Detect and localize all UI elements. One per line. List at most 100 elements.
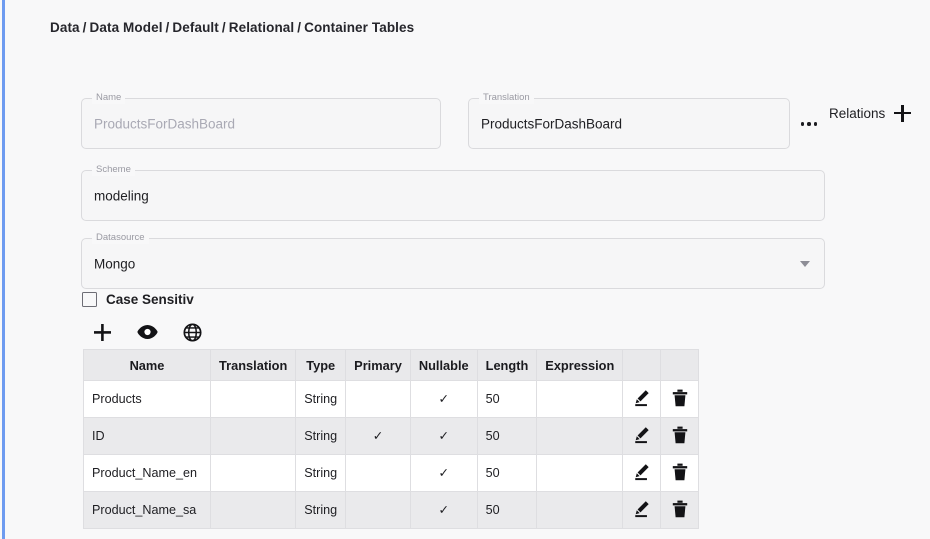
scheme-field-value: modeling (94, 188, 149, 203)
table-row[interactable]: Product_Name_en String ✓ 50 (84, 455, 699, 492)
edit-row-button[interactable] (633, 500, 651, 518)
add-column-button[interactable] (90, 320, 114, 344)
table-body: Products String ✓ 50 (84, 381, 699, 529)
case-sensitive-checkbox[interactable]: Case Sensitiv (82, 292, 194, 307)
delete-row-button[interactable] (672, 500, 688, 518)
table-row[interactable]: Products String ✓ 50 (84, 381, 699, 418)
pencil-icon (633, 426, 651, 444)
cell-edit[interactable] (623, 492, 661, 529)
datasource-select[interactable]: Datasource Mongo (81, 238, 825, 289)
relations-label: Relations (829, 106, 885, 121)
pencil-icon (633, 463, 651, 481)
cell-name: ID (84, 418, 211, 455)
breadcrumb-item-default[interactable]: Default (172, 20, 218, 35)
cell-delete[interactable] (661, 492, 699, 529)
cell-nullable: ✓ (410, 418, 477, 455)
breadcrumb-separator: / (219, 20, 229, 35)
breadcrumb-separator: / (80, 20, 90, 35)
column-header-expression[interactable]: Expression (537, 350, 623, 381)
cell-delete[interactable] (661, 418, 699, 455)
check-icon: ✓ (438, 467, 449, 480)
cell-translation (211, 455, 296, 492)
column-header-delete (661, 350, 699, 381)
pencil-icon (633, 500, 651, 518)
datasource-field-value: Mongo (94, 256, 135, 271)
translation-field[interactable]: Translation ProductsForDashBoard (468, 98, 790, 149)
column-header-type[interactable]: Type (296, 350, 346, 381)
column-header-primary[interactable]: Primary (346, 350, 411, 381)
check-icon: ✓ (438, 430, 449, 443)
cell-length: 50 (477, 381, 537, 418)
column-header-name[interactable]: Name (84, 350, 211, 381)
cell-translation (211, 418, 296, 455)
scheme-field-label: Scheme (92, 164, 135, 176)
translation-field-value: ProductsForDashBoard (481, 116, 622, 131)
cell-expression (537, 492, 623, 529)
column-header-translation[interactable]: Translation (211, 350, 296, 381)
chevron-down-icon (800, 261, 810, 267)
cell-name: Products (84, 381, 211, 418)
cell-expression (537, 418, 623, 455)
cell-type: String (296, 418, 346, 455)
translations-button[interactable] (180, 320, 204, 344)
cell-type: String (296, 381, 346, 418)
add-relation-button[interactable]: Relations (829, 105, 911, 122)
breadcrumb-separator: / (294, 20, 304, 35)
edit-row-button[interactable] (633, 389, 651, 407)
cell-translation (211, 492, 296, 529)
cell-translation (211, 381, 296, 418)
breadcrumb-item-data[interactable]: Data (50, 20, 80, 35)
cell-delete[interactable] (661, 381, 699, 418)
columns-table: Name Translation Type Primary Nullable L… (83, 349, 699, 529)
cell-edit[interactable] (623, 381, 661, 418)
check-icon: ✓ (373, 430, 384, 443)
delete-row-button[interactable] (672, 389, 688, 407)
table-row[interactable]: ID String ✓ ✓ 50 (84, 418, 699, 455)
checkbox-box-icon (82, 292, 97, 307)
trash-icon (672, 389, 688, 407)
table-header: Name Translation Type Primary Nullable L… (84, 350, 699, 381)
delete-row-button[interactable] (672, 426, 688, 444)
translation-field-label: Translation (479, 92, 534, 104)
dot (801, 122, 805, 126)
check-icon: ✓ (438, 504, 449, 517)
cell-primary (346, 381, 411, 418)
cell-edit[interactable] (623, 455, 661, 492)
trash-icon (672, 500, 688, 518)
breadcrumb-item-container-tables[interactable]: Container Tables (304, 20, 414, 35)
name-field: Name ProductsForDashBoard (81, 98, 441, 149)
cell-nullable: ✓ (410, 455, 477, 492)
breadcrumb-item-data-model[interactable]: Data Model (90, 20, 163, 35)
globe-icon (183, 323, 202, 342)
column-header-nullable[interactable]: Nullable (410, 350, 477, 381)
cell-expression (537, 381, 623, 418)
more-horizontal-icon[interactable] (796, 115, 822, 133)
pencil-icon (633, 389, 651, 407)
name-field-value: ProductsForDashBoard (94, 116, 235, 131)
case-sensitive-label: Case Sensitiv (106, 292, 194, 307)
edit-row-button[interactable] (633, 426, 651, 444)
plus-icon (93, 323, 112, 342)
page-root: Data/Data Model/Default/Relational/Conta… (5, 0, 930, 539)
cell-primary (346, 492, 411, 529)
dot (807, 122, 811, 126)
check-icon: ✓ (438, 393, 449, 406)
trash-icon (672, 463, 688, 481)
cell-name: Product_Name_sa (84, 492, 211, 529)
breadcrumb-item-relational[interactable]: Relational (229, 20, 295, 35)
edit-row-button[interactable] (633, 463, 651, 481)
preview-button[interactable] (135, 320, 159, 344)
cell-delete[interactable] (661, 455, 699, 492)
column-header-length[interactable]: Length (477, 350, 537, 381)
cell-edit[interactable] (623, 418, 661, 455)
plus-icon (894, 105, 911, 122)
cell-type: String (296, 455, 346, 492)
scheme-field[interactable]: Scheme modeling (81, 170, 825, 221)
delete-row-button[interactable] (672, 463, 688, 481)
cell-name: Product_Name_en (84, 455, 211, 492)
trash-icon (672, 426, 688, 444)
table-row[interactable]: Product_Name_sa String ✓ 50 (84, 492, 699, 529)
datasource-field-label: Datasource (92, 232, 149, 244)
eye-icon (137, 324, 158, 340)
cell-primary (346, 455, 411, 492)
